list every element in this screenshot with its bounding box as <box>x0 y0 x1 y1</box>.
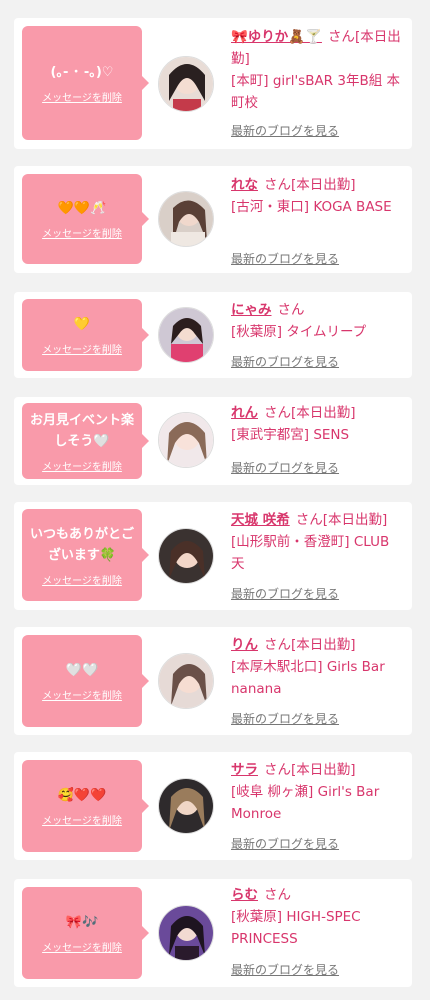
message-text: 🎀🎶 <box>65 915 99 930</box>
message-card: 🧡🧡🥂 メッセージを削除 れな さん[本日出勤] [古河・東口] KOGA BAS… <box>14 166 412 273</box>
shop-label: [古河・東口] KOGA BASE <box>231 199 392 215</box>
girl-info: サラ さん[本日出勤] [岐阜 柳ヶ瀬] Girl's Bar Monroe <box>231 759 407 825</box>
avatar[interactable] <box>158 528 214 584</box>
delete-message-link[interactable]: メッセージを削除 <box>42 225 122 240</box>
message-text: お月見イベント楽しそう🤍 <box>29 412 134 449</box>
avatar[interactable] <box>158 191 214 247</box>
avatar[interactable] <box>158 412 214 468</box>
shop-label: [本町] girl'sBAR 3年B組 本町校 <box>231 73 401 111</box>
girl-name-link[interactable]: りん <box>231 637 258 653</box>
girl-info: 🎀ゆりか🧸🍸 さん[本日出勤] [本町] girl'sBAR 3年B組 本町校 <box>231 26 407 114</box>
message-text: 🥰❤️❤️ <box>57 788 107 803</box>
delete-message-link[interactable]: メッセージを削除 <box>42 458 122 473</box>
message-card: 🤍🤍 メッセージを削除 りん さん[本日出勤] [本厚木駅北口] Girls Ba… <box>14 627 412 735</box>
delete-message-link[interactable]: メッセージを削除 <box>42 812 122 827</box>
girl-name-link[interactable]: サラ <box>231 762 258 778</box>
message-text: 🧡🧡🥂 <box>57 201 107 216</box>
latest-blog-link[interactable]: 最新のブログを見る <box>231 459 339 476</box>
delete-message-link[interactable]: メッセージを削除 <box>42 939 122 954</box>
delete-message-link[interactable]: メッセージを削除 <box>42 572 122 587</box>
san-label: さん <box>295 512 323 528</box>
message-bubble: いつもありがとございます🍀 メッセージを削除 <box>22 509 149 601</box>
shop-label: [秋葉原] タイムリープ <box>231 324 367 340</box>
san-label: さん <box>327 29 355 45</box>
shop-label: [秋葉原] HIGH-SPEC PRINCESS <box>231 909 361 947</box>
girl-info: れん さん[本日出勤] [東武宇都宮] SENS <box>231 402 407 446</box>
latest-blog-link[interactable]: 最新のブログを見る <box>231 353 339 370</box>
girl-info: りん さん[本日出勤] [本厚木駅北口] Girls Bar nanana <box>231 634 407 700</box>
status-label: [本日出勤] <box>322 512 388 528</box>
girl-info: 天城 咲希 さん[本日出勤] [山形駅前・香澄町] CLUB 天 <box>231 509 407 575</box>
message-text: 💛 <box>73 317 91 332</box>
girl-name-link[interactable]: らむ <box>231 887 258 903</box>
message-bubble: 🎀🎶 メッセージを削除 <box>22 887 149 979</box>
san-label: さん <box>277 302 305 318</box>
girl-name-link[interactable]: 🎀ゆりか🧸🍸 <box>231 29 322 45</box>
girl-name-link[interactable]: れな <box>231 177 258 193</box>
san-label: さん <box>264 177 291 193</box>
latest-blog-link[interactable]: 最新のブログを見る <box>231 122 339 139</box>
avatar[interactable] <box>158 653 214 709</box>
status-label: [本日出勤] <box>291 762 356 778</box>
shop-label: [岐阜 柳ヶ瀬] Girl's Bar Monroe <box>231 784 380 822</box>
message-card: お月見イベント楽しそう🤍 メッセージを削除 れん さん[本日出勤] [東武宇都宮]… <box>14 397 412 485</box>
avatar[interactable] <box>158 307 214 363</box>
girl-info: にゃみ さん [秋葉原] タイムリープ <box>231 299 407 343</box>
message-card: 🎀🎶 メッセージを削除 らむ さん [秋葉原] HIGH-SPEC PRINCES… <box>14 879 412 987</box>
message-bubble: (｡- ･ -｡)♡ メッセージを削除 <box>22 26 149 140</box>
message-card: いつもありがとございます🍀 メッセージを削除 天城 咲希 さん[本日出勤] [山形… <box>14 502 412 610</box>
san-label: さん <box>264 637 291 653</box>
message-bubble: 💛 メッセージを削除 <box>22 299 149 371</box>
message-bubble: 🥰❤️❤️ メッセージを削除 <box>22 760 149 852</box>
san-label: さん <box>264 887 291 903</box>
delete-message-link[interactable]: メッセージを削除 <box>42 687 122 702</box>
status-label: [本日出勤] <box>291 405 356 421</box>
message-bubble: 🤍🤍 メッセージを削除 <box>22 635 149 727</box>
latest-blog-link[interactable]: 最新のブログを見る <box>231 835 339 852</box>
message-text: (｡- ･ -｡)♡ <box>50 65 114 80</box>
message-bubble: 🧡🧡🥂 メッセージを削除 <box>22 174 149 264</box>
latest-blog-link[interactable]: 最新のブログを見る <box>231 710 339 727</box>
delete-message-link[interactable]: メッセージを削除 <box>42 89 122 104</box>
latest-blog-link[interactable]: 最新のブログを見る <box>231 961 339 978</box>
latest-blog-link[interactable]: 最新のブログを見る <box>231 250 339 267</box>
message-card: 🥰❤️❤️ メッセージを削除 サラ さん[本日出勤] [岐阜 柳ヶ瀬] Girl'… <box>14 752 412 860</box>
shop-label: [東武宇都宮] SENS <box>231 427 350 443</box>
delete-message-link[interactable]: メッセージを削除 <box>42 341 122 356</box>
girl-name-link[interactable]: にゃみ <box>231 302 272 318</box>
message-card: 💛 メッセージを削除 にゃみ さん [秋葉原] タイムリープ 最新のブログを見る <box>14 292 412 378</box>
shop-label: [山形駅前・香澄町] CLUB 天 <box>231 534 390 572</box>
avatar[interactable] <box>158 778 214 834</box>
status-label: [本日出勤] <box>291 637 356 653</box>
girl-name-link[interactable]: れん <box>231 405 258 421</box>
girl-info: れな さん[本日出勤] [古河・東口] KOGA BASE <box>231 174 407 218</box>
avatar[interactable] <box>158 56 214 112</box>
status-label: [本日出勤] <box>291 177 356 193</box>
girl-info: らむ さん [秋葉原] HIGH-SPEC PRINCESS <box>231 884 407 950</box>
message-bubble: お月見イベント楽しそう🤍 メッセージを削除 <box>22 403 149 479</box>
avatar[interactable] <box>158 905 214 961</box>
message-text: 🤍🤍 <box>65 663 99 678</box>
girl-name-link[interactable]: 天城 咲希 <box>231 512 290 528</box>
shop-label: [本厚木駅北口] Girls Bar nanana <box>231 659 385 697</box>
san-label: さん <box>264 762 291 778</box>
message-text: いつもありがとございます🍀 <box>29 526 134 563</box>
san-label: さん <box>264 405 291 421</box>
message-card: (｡- ･ -｡)♡ メッセージを削除 🎀ゆりか🧸🍸 さん[本日出勤] [本町] … <box>14 18 412 149</box>
latest-blog-link[interactable]: 最新のブログを見る <box>231 585 339 602</box>
